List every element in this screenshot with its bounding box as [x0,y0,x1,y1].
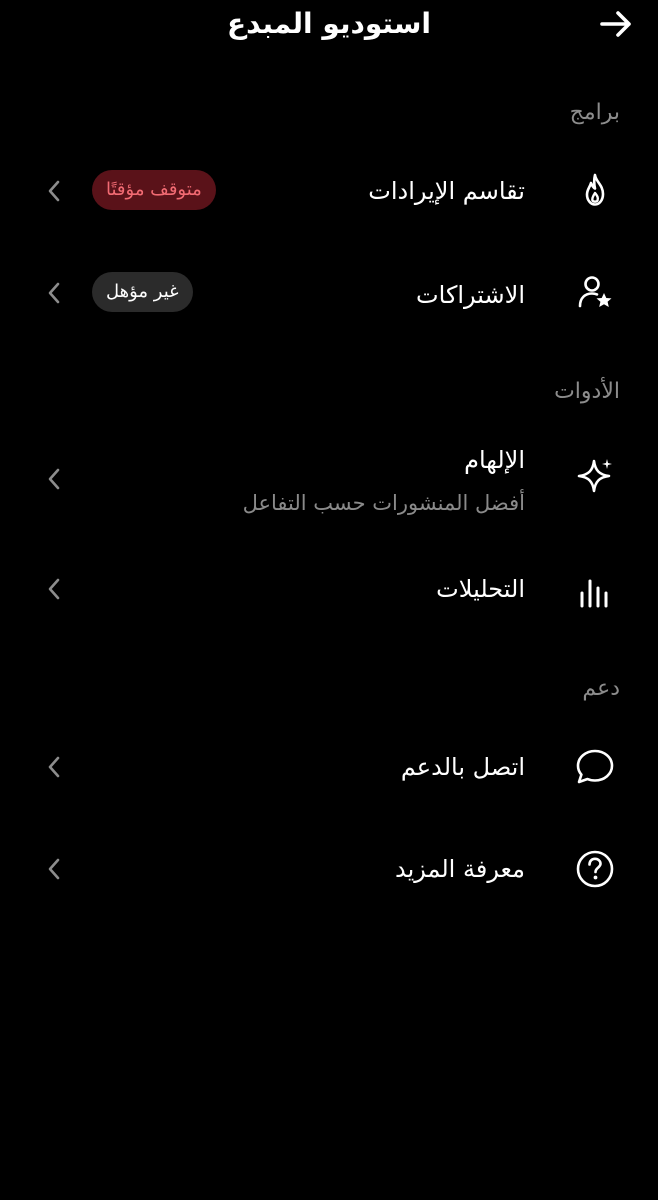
contact-support-label: اتصل بالدعم [400,753,525,781]
inspiration-label: الإلهام [464,446,525,474]
list-item-revenue-sharing[interactable]: تقاسم الإيرادات متوقف مؤقتًا [0,160,658,222]
chevron-left-icon [40,465,68,493]
section-title-programs: برامج [569,100,620,125]
chevron-left-icon [40,753,68,781]
list-item-analytics[interactable]: التحليلات [0,558,658,620]
sparkle-icon [574,457,616,499]
chevron-left-icon [40,855,68,883]
list-item-learn-more[interactable]: معرفة المزيد [0,838,658,900]
chat-bubble-icon [574,746,616,788]
section-title-support: دعم [582,676,620,701]
chevron-left-icon [40,575,68,603]
chevron-left-icon [40,279,68,307]
section-title-tools: الأدوات [554,379,620,404]
page-title: استوديو المبدع [227,7,431,40]
chevron-left-icon [40,177,68,205]
analytics-label: التحليلات [436,575,525,603]
revenue-sharing-label: تقاسم الإيرادات [368,177,525,205]
subscriptions-label: الاشتراكات [416,281,525,309]
status-badge-paused: متوقف مؤقتًا [92,170,216,210]
bar-chart-icon [574,570,616,612]
learn-more-label: معرفة المزيد [394,855,525,883]
list-item-inspiration[interactable]: الإلهام أفضل المنشورات حسب التفاعل [0,438,658,522]
status-badge-ineligible: غير مؤهل [92,272,193,312]
list-item-contact-support[interactable]: اتصل بالدعم [0,736,658,798]
top-app-bar: استوديو المبدع [0,0,658,48]
user-star-icon [574,272,616,314]
list-item-subscriptions[interactable]: الاشتراكات غير مؤهل [0,262,658,324]
inspiration-subtitle: أفضل المنشورات حسب التفاعل [242,491,525,515]
help-circle-icon [574,848,616,890]
flame-icon [574,170,616,212]
